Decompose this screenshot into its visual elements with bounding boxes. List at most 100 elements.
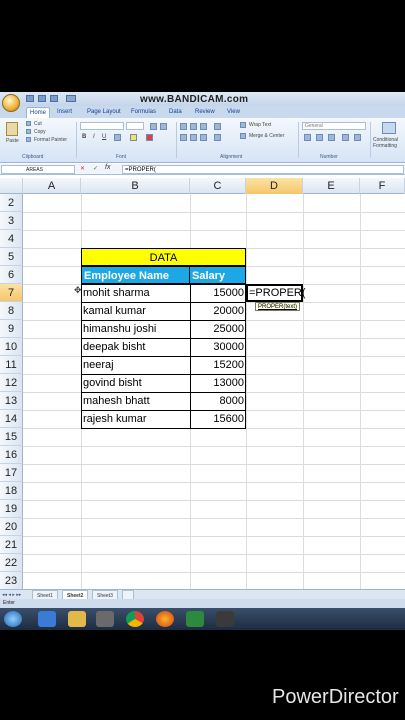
select-all-corner[interactable]: [0, 178, 23, 194]
employee-name-cell[interactable]: neeraj: [83, 356, 189, 374]
comma-icon[interactable]: [328, 134, 335, 141]
cancel-icon[interactable]: ✕: [80, 165, 85, 172]
align-right-icon[interactable]: [200, 134, 207, 141]
salary-cell[interactable]: 8000: [191, 392, 244, 410]
row-header[interactable]: 8: [0, 302, 23, 320]
employee-name-cell[interactable]: govind bisht: [83, 374, 189, 392]
bold-icon[interactable]: B: [82, 134, 86, 140]
row-header[interactable]: 14: [0, 410, 23, 428]
font-size-select[interactable]: [126, 122, 144, 130]
wrap-text-button[interactable]: Wrap Text: [249, 122, 271, 128]
ie-icon[interactable]: [38, 611, 56, 627]
employee-name-cell[interactable]: himanshu joshi: [83, 320, 189, 338]
office-button-icon[interactable]: [2, 94, 20, 112]
firefox-icon[interactable]: [156, 611, 174, 627]
employee-name-cell[interactable]: kamal kumar: [83, 302, 189, 320]
align-center-icon[interactable]: [190, 134, 197, 141]
underline-icon[interactable]: U: [102, 134, 106, 140]
row-header[interactable]: 11: [0, 356, 23, 374]
insert-function-icon[interactable]: fx: [105, 164, 110, 171]
align-bottom-icon[interactable]: [200, 123, 207, 130]
borders-icon[interactable]: [114, 134, 121, 141]
salary-cell[interactable]: 13000: [191, 374, 244, 392]
row-header[interactable]: 23: [0, 572, 23, 590]
tab-home[interactable]: Home: [26, 107, 51, 118]
shrink-font-icon[interactable]: [160, 123, 167, 130]
formula-input[interactable]: =PROPER(: [122, 165, 404, 174]
name-box[interactable]: AREAS: [1, 165, 75, 174]
employee-name-cell[interactable]: mahesh bhatt: [83, 392, 189, 410]
customize-toolbar-icon[interactable]: [66, 95, 76, 102]
row-header[interactable]: 2: [0, 194, 23, 212]
row-header[interactable]: 19: [0, 500, 23, 518]
start-button-icon[interactable]: [4, 611, 22, 627]
row-header[interactable]: 13: [0, 392, 23, 410]
row-header[interactable]: 15: [0, 428, 23, 446]
redo-icon[interactable]: [50, 95, 58, 102]
row-header[interactable]: 10: [0, 338, 23, 356]
tab-data[interactable]: Data: [166, 107, 185, 118]
enter-icon[interactable]: ✓: [93, 165, 98, 172]
chrome-icon[interactable]: [126, 611, 144, 627]
tab-page-layout[interactable]: Page Layout: [84, 107, 124, 118]
header-salary[interactable]: Salary: [190, 266, 246, 284]
row-header[interactable]: 12: [0, 374, 23, 392]
cut-icon[interactable]: [26, 121, 31, 126]
employee-name-cell[interactable]: mohit sharma: [83, 284, 189, 302]
salary-cell[interactable]: 15000: [191, 284, 244, 302]
conditional-formatting-button[interactable]: Conditional Formatting: [373, 137, 405, 149]
excel-taskbar-icon[interactable]: [186, 611, 204, 627]
media-player-icon[interactable]: [96, 611, 114, 627]
copy-icon[interactable]: [26, 129, 31, 134]
tab-review[interactable]: Review: [192, 107, 218, 118]
font-color-icon[interactable]: [146, 134, 153, 141]
paste-icon[interactable]: [6, 122, 18, 136]
cut-button[interactable]: Cut: [34, 121, 42, 127]
grow-font-icon[interactable]: [150, 123, 157, 130]
merge-center-icon[interactable]: [240, 133, 246, 139]
table-title-cell[interactable]: DATA: [81, 248, 246, 266]
row-header[interactable]: 18: [0, 482, 23, 500]
row-header[interactable]: 22: [0, 554, 23, 572]
tab-formulas[interactable]: Formulas: [128, 107, 159, 118]
align-middle-icon[interactable]: [190, 123, 197, 130]
indent-icon[interactable]: [214, 134, 221, 141]
column-header-c[interactable]: C: [190, 178, 246, 194]
row-header[interactable]: 4: [0, 230, 23, 248]
salary-cell[interactable]: 20000: [191, 302, 244, 320]
tab-insert[interactable]: Insert: [54, 107, 75, 118]
column-header-b[interactable]: B: [81, 178, 190, 194]
number-format-select[interactable]: General: [302, 122, 366, 130]
salary-cell[interactable]: 15600: [191, 410, 244, 428]
decrease-decimal-icon[interactable]: [354, 134, 361, 141]
header-employee-name[interactable]: Employee Name: [81, 266, 190, 284]
merge-center-button[interactable]: Merge & Center: [249, 133, 284, 139]
active-cell-d7[interactable]: =PROPER(: [246, 284, 306, 302]
paste-button[interactable]: Paste: [6, 138, 19, 144]
font-name-select[interactable]: [80, 122, 124, 130]
conditional-formatting-icon[interactable]: [382, 122, 396, 134]
row-header-selected[interactable]: 7: [0, 284, 23, 302]
row-header[interactable]: 16: [0, 446, 23, 464]
align-left-icon[interactable]: [180, 134, 187, 141]
row-header[interactable]: 9: [0, 320, 23, 338]
tab-view[interactable]: View: [224, 107, 243, 118]
salary-cell[interactable]: 25000: [191, 320, 244, 338]
row-header[interactable]: 20: [0, 518, 23, 536]
column-header-a[interactable]: A: [23, 178, 81, 194]
function-tooltip[interactable]: PROPER(text): [255, 302, 301, 311]
italic-icon[interactable]: I: [93, 134, 95, 140]
column-header-e[interactable]: E: [303, 178, 360, 194]
row-header[interactable]: 6: [0, 266, 23, 284]
row-header[interactable]: 3: [0, 212, 23, 230]
fill-color-icon[interactable]: [130, 134, 137, 141]
orientation-icon[interactable]: [214, 123, 221, 130]
column-header-f[interactable]: F: [360, 178, 405, 194]
increase-decimal-icon[interactable]: [342, 134, 349, 141]
salary-cell[interactable]: 30000: [191, 338, 244, 356]
column-header-d[interactable]: D: [246, 178, 303, 194]
employee-name-cell[interactable]: deepak bisht: [83, 338, 189, 356]
undo-icon[interactable]: [38, 95, 46, 102]
percent-icon[interactable]: [316, 134, 323, 141]
salary-cell[interactable]: 15200: [191, 356, 244, 374]
